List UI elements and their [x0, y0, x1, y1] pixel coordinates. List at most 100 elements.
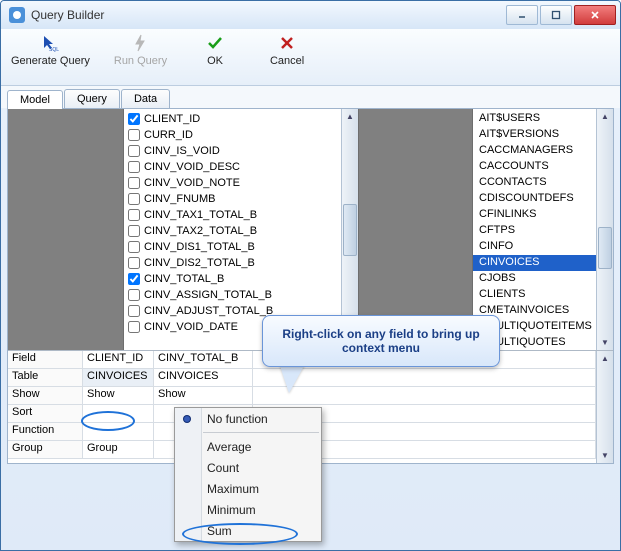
ok-button[interactable]: OK: [191, 33, 239, 67]
field-item[interactable]: CINV_ASSIGN_TOTAL_B: [124, 287, 341, 303]
aggregate-context-menu[interactable]: No function AverageCountMaximumMinimumSum: [174, 407, 322, 542]
table-item[interactable]: CFINLINKS: [473, 207, 596, 223]
field-item[interactable]: CLIENT_ID: [124, 111, 341, 127]
grid-cell[interactable]: CINV_TOTAL_B: [154, 351, 253, 368]
field-item[interactable]: CINV_TOTAL_B: [124, 271, 341, 287]
context-menu-item[interactable]: Maximum: [175, 478, 321, 499]
scroll-up-icon[interactable]: ▲: [343, 109, 358, 124]
table-item[interactable]: CCONTACTS: [473, 175, 596, 191]
field-label: CLIENT_ID: [144, 113, 200, 125]
field-item[interactable]: CINV_DIS2_TOTAL_B: [124, 255, 341, 271]
field-item[interactable]: CINV_VOID_DESC: [124, 159, 341, 175]
field-item[interactable]: CINV_TAX1_TOTAL_B: [124, 207, 341, 223]
context-menu-item[interactable]: Count: [175, 457, 321, 478]
grid-row-header: Function: [8, 423, 83, 440]
field-label: CURR_ID: [144, 129, 193, 141]
grid-cell[interactable]: Show: [83, 387, 154, 404]
field-checkbox[interactable]: [128, 177, 140, 189]
table-item[interactable]: CFTPS: [473, 223, 596, 239]
app-icon: [9, 7, 25, 23]
grid-cell[interactable]: CINVOICES: [154, 369, 253, 386]
table-item[interactable]: CACCMANAGERS: [473, 143, 596, 159]
field-checkbox[interactable]: [128, 193, 140, 205]
scroll-thumb[interactable]: [598, 227, 612, 269]
cancel-button[interactable]: Cancel: [263, 33, 311, 67]
field-checkbox[interactable]: [128, 305, 140, 317]
field-checkbox[interactable]: [128, 289, 140, 301]
scroll-down-icon[interactable]: ▼: [598, 335, 613, 350]
field-checkbox[interactable]: [128, 321, 140, 333]
table-item[interactable]: CACCOUNTS: [473, 159, 596, 175]
sql-cursor-icon: SQL: [40, 33, 60, 53]
field-checkbox[interactable]: [128, 113, 140, 125]
tab-query[interactable]: Query: [64, 89, 120, 108]
tab-model[interactable]: Model: [7, 90, 63, 109]
table-list-panel: AIT$USERSAIT$VERSIONSCACCMANAGERSCACCOUN…: [472, 109, 613, 350]
grid-cell[interactable]: Show: [154, 387, 253, 404]
field-checkbox[interactable]: [128, 241, 140, 253]
field-checkbox[interactable]: [128, 145, 140, 157]
field-label: CINV_IS_VOID: [144, 145, 220, 157]
diagram-panel-right[interactable]: [358, 109, 472, 350]
diagram-panel-left[interactable]: [8, 109, 124, 350]
grid-row-header: Show: [8, 387, 83, 404]
close-button[interactable]: [574, 5, 616, 25]
grid-row-header: Sort: [8, 405, 83, 422]
context-menu-item[interactable]: Sum: [175, 520, 321, 541]
svg-text:SQL: SQL: [49, 47, 59, 52]
run-query-button: Run Query: [114, 33, 167, 67]
scroll-down-icon[interactable]: ▼: [598, 448, 613, 463]
field-label: CINV_TAX2_TOTAL_B: [144, 225, 257, 237]
table-list[interactable]: AIT$USERSAIT$VERSIONSCACCMANAGERSCACCOUN…: [473, 109, 596, 350]
field-checkbox[interactable]: [128, 257, 140, 269]
field-checkbox[interactable]: [128, 129, 140, 141]
context-menu-item[interactable]: Minimum: [175, 499, 321, 520]
grid-scrollbar[interactable]: ▲ ▼: [596, 351, 613, 463]
scroll-up-icon[interactable]: ▲: [598, 109, 613, 124]
field-label: CINV_ASSIGN_TOTAL_B: [144, 289, 272, 301]
field-checkbox[interactable]: [128, 225, 140, 237]
grid-cell[interactable]: [83, 423, 154, 440]
table-item[interactable]: CJOBS: [473, 271, 596, 287]
field-item[interactable]: CINV_FNUMB: [124, 191, 341, 207]
grid-row-header: Group: [8, 441, 83, 458]
scroll-thumb[interactable]: [343, 204, 357, 256]
field-scrollbar[interactable]: ▲ ▼: [341, 109, 358, 350]
tab-data[interactable]: Data: [121, 89, 170, 108]
field-item[interactable]: CURR_ID: [124, 127, 341, 143]
field-checkbox[interactable]: [128, 209, 140, 221]
field-checkbox[interactable]: [128, 273, 140, 285]
field-item[interactable]: CINV_VOID_NOTE: [124, 175, 341, 191]
table-item[interactable]: CINVOICES: [473, 255, 596, 271]
grid-row-header: Table: [8, 369, 83, 386]
field-checkbox[interactable]: [128, 161, 140, 173]
generate-query-button[interactable]: SQL Generate Query: [11, 33, 90, 67]
field-item[interactable]: CINV_TAX2_TOTAL_B: [124, 223, 341, 239]
grid-cell[interactable]: [83, 405, 154, 422]
table-item[interactable]: CLIENTS: [473, 287, 596, 303]
minimize-button[interactable]: [506, 5, 538, 25]
table-scrollbar[interactable]: ▲ ▼: [596, 109, 613, 350]
context-menu-item[interactable]: Average: [175, 436, 321, 457]
context-menu-item[interactable]: No function: [175, 408, 321, 429]
field-item[interactable]: CINV_DIS1_TOTAL_B: [124, 239, 341, 255]
table-item[interactable]: CINFO: [473, 239, 596, 255]
field-label: CINV_VOID_NOTE: [144, 177, 240, 189]
scroll-up-icon[interactable]: ▲: [598, 351, 613, 366]
field-list[interactable]: CLIENT_ID CURR_ID CINV_IS_VOID CINV_VOID_DE…: [124, 109, 341, 350]
field-label: CINV_TOTAL_B: [144, 273, 224, 285]
grid-cell[interactable]: Group: [83, 441, 154, 458]
maximize-button[interactable]: [540, 5, 572, 25]
table-item[interactable]: AIT$USERS: [473, 111, 596, 127]
context-menu-separator: [203, 432, 319, 433]
titlebar[interactable]: Query Builder: [1, 1, 620, 29]
grid-cell[interactable]: CLIENT_ID: [83, 351, 154, 368]
grid-row-header: Field: [8, 351, 83, 368]
toolbar: SQL Generate Query Run Query OK Cancel: [1, 29, 620, 86]
field-label: CINV_VOID_DESC: [144, 161, 240, 173]
field-label: CINV_ADJUST_TOTAL_B: [144, 305, 273, 317]
table-item[interactable]: CDISCOUNTDEFS: [473, 191, 596, 207]
table-item[interactable]: AIT$VERSIONS: [473, 127, 596, 143]
grid-cell[interactable]: CINVOICES: [83, 369, 154, 386]
field-item[interactable]: CINV_IS_VOID: [124, 143, 341, 159]
